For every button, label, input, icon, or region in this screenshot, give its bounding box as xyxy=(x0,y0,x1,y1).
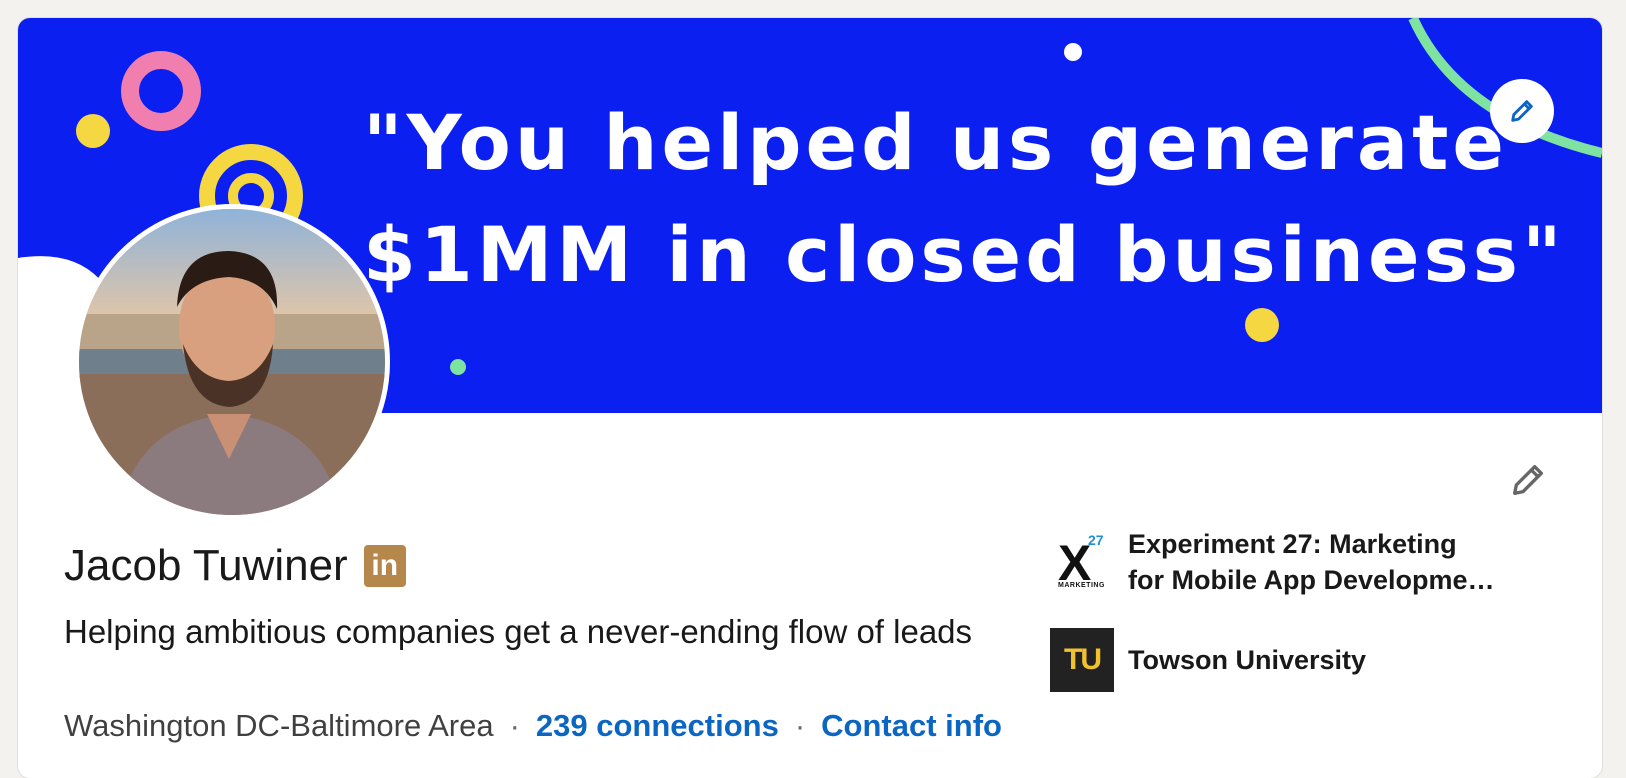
banner-quote-line-1: "You helped us generate xyxy=(363,98,1508,187)
pencil-icon xyxy=(1511,100,1533,122)
pink-ring xyxy=(121,51,201,131)
org-name: Towson University xyxy=(1128,645,1367,675)
connections-link[interactable]: 239 connections xyxy=(536,708,779,744)
profile-location: Washington DC-Baltimore Area xyxy=(64,708,494,743)
edit-intro-button[interactable] xyxy=(1504,456,1552,504)
separator-dot: · xyxy=(794,708,806,743)
edit-cover-button[interactable] xyxy=(1490,79,1554,143)
yellow-dot-right xyxy=(1245,308,1279,342)
experiment-27-logo: X 27 MARKETING xyxy=(1058,532,1105,591)
linkedin-badge-icon[interactable]: in xyxy=(363,545,406,587)
name-row: Jacob Tuwiner in xyxy=(64,541,406,591)
profile-photo-image xyxy=(79,209,385,515)
green-dot xyxy=(450,359,466,375)
separator-dot: · xyxy=(509,708,520,743)
contact-info-link[interactable]: Contact info xyxy=(821,708,1002,744)
org-experiment-27[interactable]: X 27 MARKETING Experiment 27: Marketing … xyxy=(1050,526,1498,598)
org-name: Experiment 27: Marketing for Mobile App … xyxy=(1128,529,1495,595)
yellow-dot xyxy=(76,114,110,148)
profile-card: "You helped us generate $1MM in closed b… xyxy=(18,18,1602,778)
profile-meta: Washington DC-Baltimore Area · 239 conne… xyxy=(64,708,1002,744)
towson-university-logo: TU xyxy=(1050,628,1114,692)
profile-headline: Helping ambitious companies get a never-… xyxy=(64,613,973,650)
org-towson-university[interactable]: TU Towson University xyxy=(1050,628,1498,692)
pencil-icon xyxy=(1513,465,1543,495)
white-dot xyxy=(1064,43,1082,61)
profile-photo[interactable] xyxy=(74,204,390,520)
profile-name: Jacob Tuwiner xyxy=(64,541,348,590)
banner-quote-line-2: $1MM in closed business" xyxy=(363,210,1566,299)
